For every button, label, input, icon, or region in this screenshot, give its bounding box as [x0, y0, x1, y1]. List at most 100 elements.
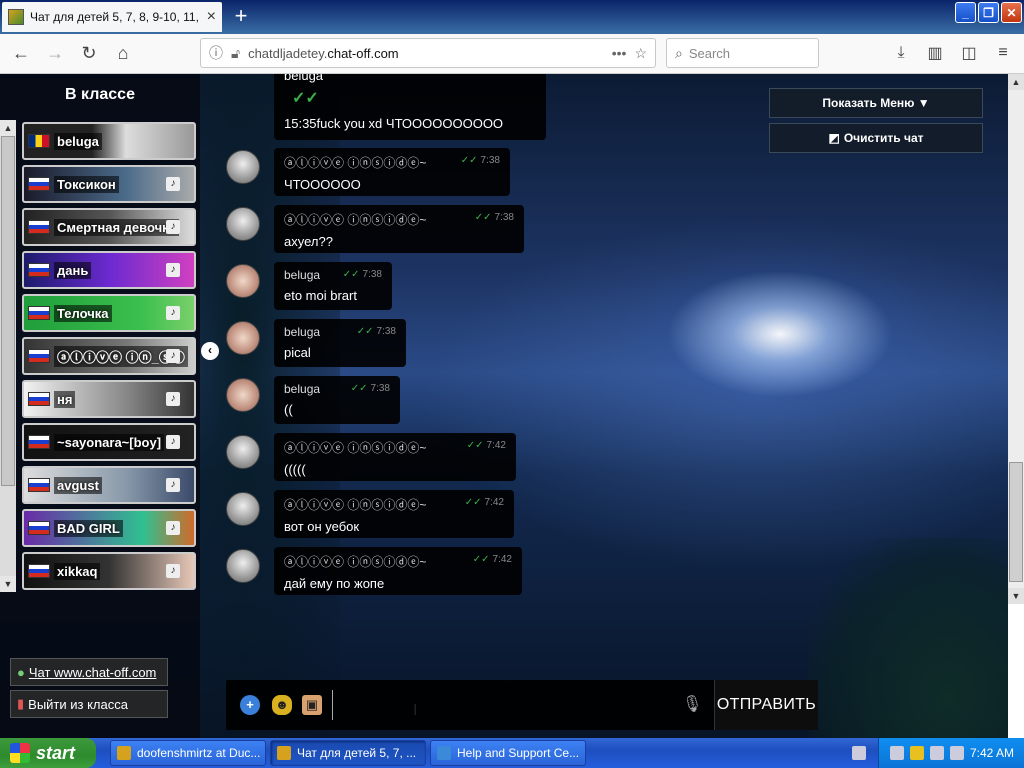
show-menu-button[interactable]: Показать Меню ▼ [769, 88, 983, 118]
url-bar[interactable]: ⓘ 🔓︎ chatdljadetey.chat-off.com ••• ☆ [200, 38, 656, 68]
send-button[interactable]: ОТПРАВИТЬ [714, 680, 818, 730]
scroll-down-arrow-icon[interactable]: ▼ [1008, 588, 1024, 604]
page-actions-icon[interactable]: ••• [612, 45, 627, 61]
taskbar-item-label: doofenshmirtz at Duc... [137, 746, 261, 760]
message-time: ✓✓ 7:38 [351, 383, 390, 394]
user-name: avgust [54, 476, 102, 494]
avatar[interactable] [226, 435, 260, 469]
keyboard-icon[interactable] [852, 746, 866, 760]
url-prefix: chatdljadetey. [248, 45, 328, 61]
avatar[interactable] [226, 321, 260, 355]
background-foliage [808, 538, 1008, 738]
scroll-down-arrow-icon[interactable]: ▼ [0, 576, 16, 592]
avatar[interactable] [226, 549, 260, 583]
message-bubble: ⓐⓛⓘⓥⓔ ⓘⓝⓢⓘⓓⓔ~ ✓✓ 7:38 ахуел?? [274, 205, 524, 253]
back-button[interactable]: ← [6, 39, 36, 69]
user-item[interactable]: Телочка ♪ [22, 294, 196, 332]
search-input[interactable]: ⌕ Search [666, 38, 819, 68]
avatar[interactable] [226, 492, 260, 526]
message-time-text: 7:38 [376, 326, 396, 337]
connection-icon[interactable] [929, 746, 944, 760]
clear-chat-button[interactable]: ◩ Очистить чат [769, 123, 983, 153]
music-note-icon: ♪ [166, 435, 180, 449]
user-item[interactable]: ~sayonara~[boy] ♪ [22, 423, 196, 461]
user-name: ня [54, 390, 76, 408]
message-time: ✓✓ 7:38 [475, 212, 514, 223]
security-shield-icon[interactable] [909, 746, 924, 760]
search-icon: ⌕ [675, 44, 683, 61]
music-note-icon: ♪ [166, 220, 180, 234]
insecure-lock-icon[interactable]: 🔓︎ [231, 45, 240, 62]
attach-file-icon[interactable]: ▣ [302, 695, 322, 715]
close-icon[interactable]: × [207, 9, 216, 25]
collapse-sidebar-button[interactable]: ‹ [201, 342, 219, 360]
clear-chat-label: Очистить чат [843, 131, 924, 145]
music-note-icon: ♪ [166, 521, 180, 535]
avatar[interactable] [226, 378, 260, 412]
page-scrollbar[interactable]: ▲ ▼ [1008, 74, 1024, 604]
taskbar-item[interactable]: Help and Support Ce... [430, 740, 586, 766]
user-item[interactable]: xikkaq ♪ [22, 552, 196, 590]
chat-messages: beluga ✓✓ 15:35fuck you xd ЧТОООООООООО … [224, 74, 546, 674]
message-time: ✓✓ 7:38 [357, 326, 396, 337]
forward-button[interactable]: → [40, 39, 70, 69]
music-note-icon: ♪ [166, 564, 180, 578]
user-item[interactable]: BAD GIRL ♪ [22, 509, 196, 547]
browser-tab[interactable]: Чат для детей 5, 7, 8, 9-10, 11, 12, 1..… [2, 2, 222, 32]
user-item[interactable]: ⓐⓛⓘⓥⓔ ⓘⓝ_ⓢⓘ ♪ [22, 337, 196, 375]
microphone-icon[interactable]: 🎙︎ [682, 694, 702, 716]
taskbar-item[interactable]: Чат для детей 5, 7, ... [270, 740, 426, 766]
hamburger-menu-icon[interactable]: ≡ [990, 39, 1016, 67]
library-icon[interactable]: ▥ [922, 39, 948, 67]
home-button[interactable]: ⌂ [108, 39, 138, 69]
sidebar-icon[interactable]: ◫ [956, 39, 982, 67]
new-tab-button[interactable]: + [228, 4, 254, 30]
avatar[interactable] [226, 150, 260, 184]
firefox-icon [117, 746, 131, 760]
chat-site-link[interactable]: ● Чат www.chat-off.com [10, 658, 168, 686]
close-window-button[interactable]: ✕ [1001, 2, 1022, 23]
scroll-up-arrow-icon[interactable]: ▲ [0, 120, 16, 136]
user-item[interactable]: дань ♪ [22, 251, 196, 289]
music-note-icon: ♪ [166, 263, 180, 277]
romania-flag-icon [28, 134, 50, 148]
message-text: ахуел?? [284, 234, 333, 249]
user-item[interactable]: ня ♪ [22, 380, 196, 418]
russia-flag-icon [28, 435, 50, 449]
page-scroll-thumb[interactable] [1009, 462, 1023, 582]
sidebar-scroll-thumb[interactable] [1, 136, 15, 486]
avatar[interactable] [226, 264, 260, 298]
smiley-icon[interactable]: ☻ [272, 695, 292, 715]
russia-flag-icon [28, 478, 50, 492]
sidebar-scrollbar[interactable]: ▲ ▼ [0, 120, 16, 592]
exit-class-label: Выйти из класса [28, 696, 128, 712]
maximize-button[interactable]: ❐ [978, 2, 999, 23]
minimize-button[interactable]: _ [955, 2, 976, 23]
russia-flag-icon [28, 306, 50, 320]
reload-button[interactable]: ↻ [74, 39, 104, 69]
russia-flag-icon [28, 392, 50, 406]
info-icon[interactable]: ⓘ [209, 43, 223, 63]
user-item[interactable]: Токсикон ♪ [22, 165, 196, 203]
taskbar-item-label: Help and Support Ce... [457, 746, 580, 760]
taskbar-item[interactable]: doofenshmirtz at Duc... [110, 740, 266, 766]
plus-icon[interactable]: + [240, 695, 260, 715]
start-button[interactable]: start [0, 738, 96, 768]
scroll-up-arrow-icon[interactable]: ▲ [1008, 74, 1024, 90]
user-item[interactable]: beluga [22, 122, 196, 160]
user-item[interactable]: avgust ♪ [22, 466, 196, 504]
message-bubble: ⓐⓛⓘⓥⓔ ⓘⓝⓢⓘⓓⓔ~ ✓✓ 7:42 дай ему по жопе [274, 547, 522, 595]
message-bubble: ⓐⓛⓘⓥⓔ ⓘⓝⓢⓘⓓⓔ~ ✓✓ 7:42 вот он уебок [274, 490, 514, 538]
double-check-icon: ✓✓ [464, 497, 482, 508]
message-input[interactable] [332, 690, 672, 720]
user-item[interactable]: Смертная девочка ♪ [22, 208, 196, 246]
bookmark-star-icon[interactable]: ☆ [634, 45, 647, 62]
clock[interactable]: 7:42 AM [970, 746, 1014, 760]
downloads-icon[interactable]: ⤓ [888, 39, 914, 67]
user-name: xikkaq [54, 562, 101, 580]
avatar[interactable] [226, 207, 260, 241]
url-text[interactable]: chatdljadetey.chat-off.com [248, 46, 604, 61]
network-icon[interactable] [889, 746, 904, 760]
exit-class-button[interactable]: ▮ Выйти из класса [10, 690, 168, 718]
volume-icon[interactable] [949, 746, 964, 760]
